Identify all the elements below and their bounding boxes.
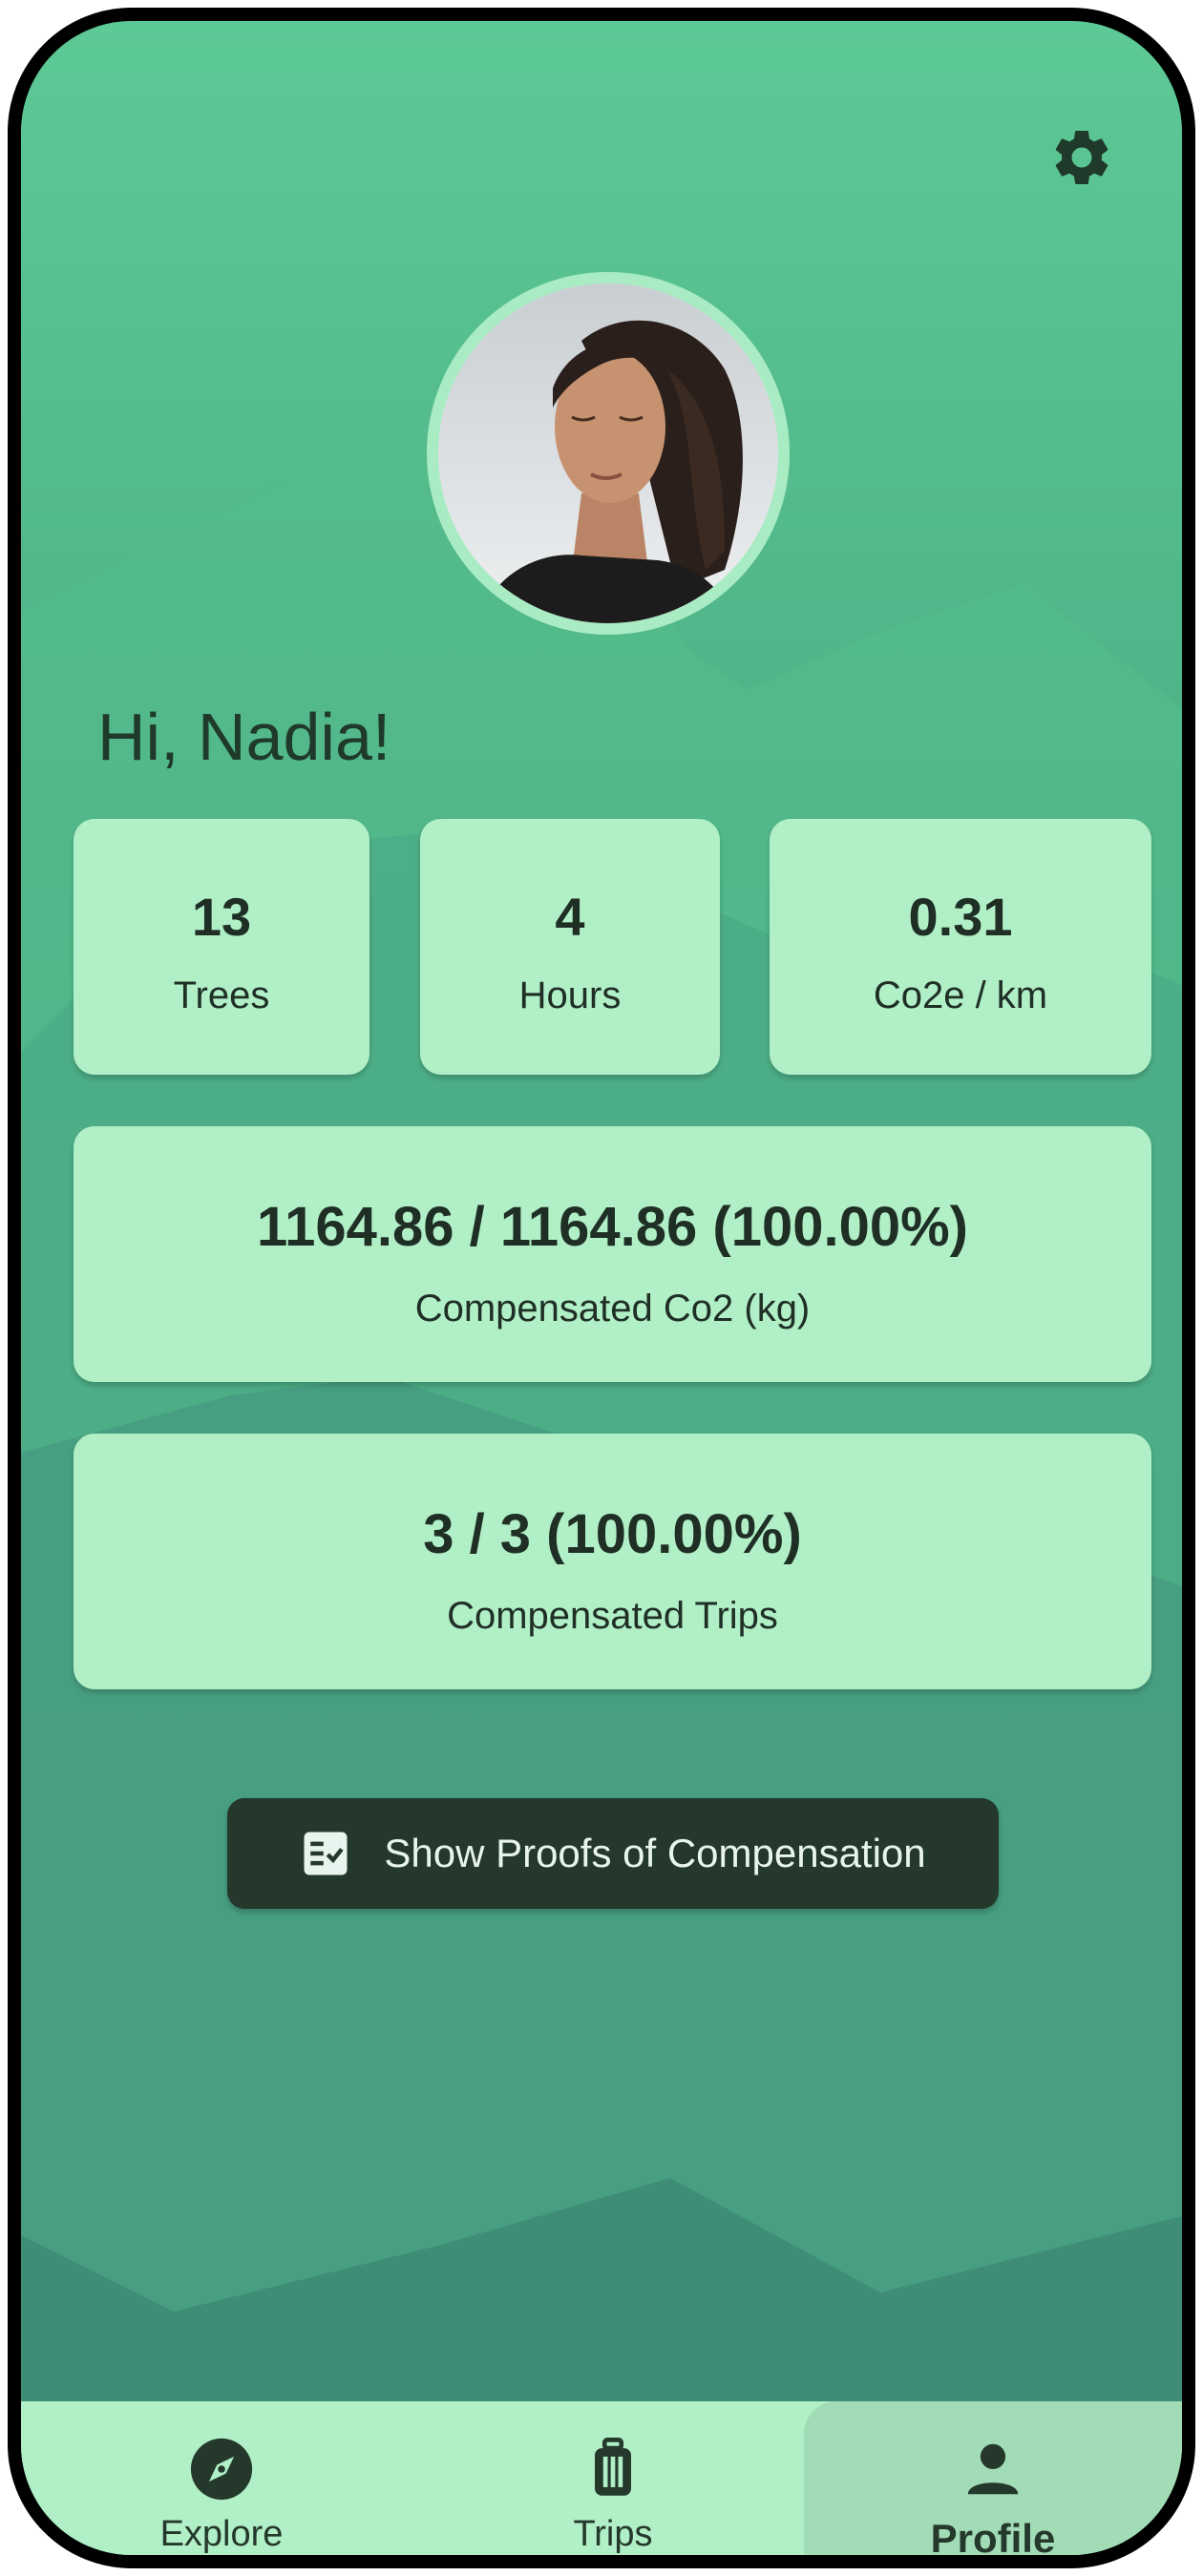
show-proofs-button[interactable]: Show Proofs of Compensation [227, 1798, 999, 1909]
nav-item-explore[interactable]: Explore [21, 2401, 422, 2555]
stat-card-trees: 13 Trees [74, 819, 369, 1075]
compass-icon [190, 2438, 253, 2501]
stat-value: 0.31 [908, 887, 1013, 947]
stat-card-hours: 4 Hours [420, 819, 720, 1075]
avatar[interactable] [427, 272, 790, 635]
nav-item-trips[interactable]: Trips [422, 2401, 804, 2555]
nav-item-profile[interactable]: Profile [804, 2401, 1182, 2561]
compensated-trips-label: Compensated Trips [447, 1595, 778, 1637]
luggage-icon [595, 2438, 631, 2496]
person-icon [967, 2443, 1019, 2495]
avatar-photo [438, 283, 778, 623]
stat-label: Hours [518, 974, 622, 1016]
nav-label-trips: Trips [573, 2514, 653, 2554]
nav-label-profile: Profile [930, 2516, 1056, 2561]
stat-card-co2e: 0.31 Co2e / km [770, 819, 1151, 1075]
show-proofs-label: Show Proofs of Compensation [384, 1831, 926, 1875]
gear-icon[interactable] [1048, 124, 1115, 191]
bottom-nav: Explore Trips Profile [21, 2401, 1182, 2561]
stat-value: 13 [191, 887, 252, 947]
stat-label: Co2e / km [873, 974, 1048, 1016]
compensated-trips-value: 3 / 3 (100.00%) [423, 1503, 802, 1565]
phone-screen: Hi, Nadia! 13 Trees 4 Hours 0.31 Co2e / … [8, 8, 1195, 2568]
compensated-co2-value: 1164.86 / 1164.86 (100.00%) [257, 1196, 968, 1258]
checklist-icon [304, 1832, 348, 1875]
compensated-co2-card: 1164.86 / 1164.86 (100.00%) Compensated … [74, 1126, 1151, 1382]
nav-label-explore: Explore [159, 2514, 284, 2554]
greeting-text: Hi, Nadia! [97, 700, 391, 774]
stat-label: Trees [173, 974, 270, 1016]
stat-value: 4 [555, 887, 585, 947]
compensated-trips-card: 3 / 3 (100.00%) Compensated Trips [74, 1434, 1151, 1689]
compensated-co2-label: Compensated Co2 (kg) [414, 1288, 811, 1330]
